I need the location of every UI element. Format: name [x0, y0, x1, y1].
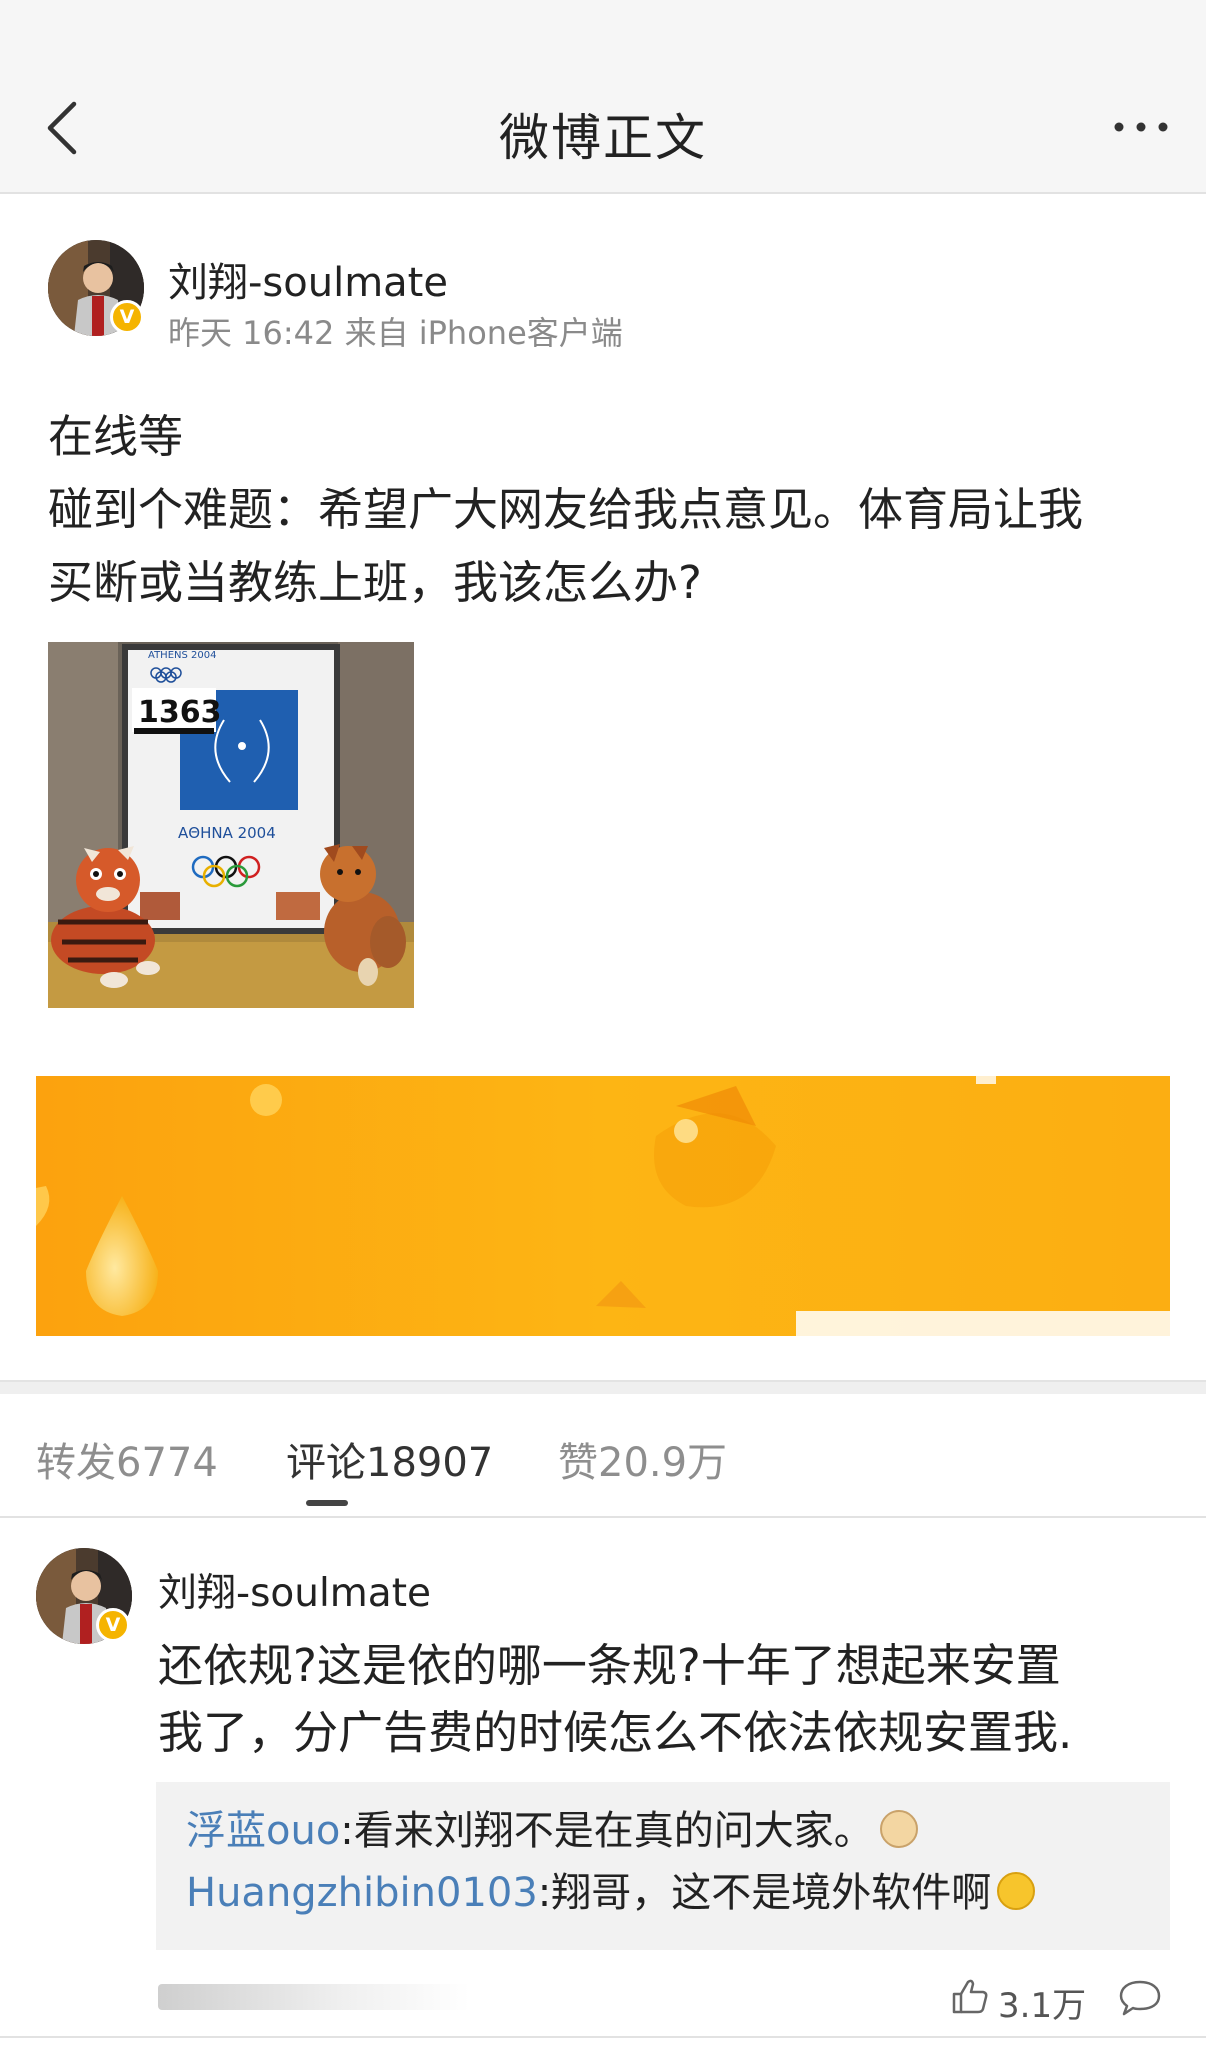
more-button[interactable] — [1106, 102, 1176, 152]
promo-banner[interactable] — [36, 1076, 1170, 1336]
reply-item: Huangzhibin0103:翔哥，这不是境外软件啊 — [186, 1862, 1140, 1924]
page-title: 微博正文 — [499, 109, 707, 167]
navigation-bar: 微博正文 — [0, 62, 1206, 194]
verified-badge-icon: V — [110, 300, 144, 334]
active-tab-indicator — [306, 1500, 348, 1506]
reply-username[interactable]: Huangzhibin0103 — [186, 1870, 538, 1916]
image-bib-number: 1363 — [138, 695, 222, 730]
reply-comment-button[interactable] — [1118, 1978, 1162, 2018]
blurred-timestamp — [158, 1984, 470, 2010]
speech-bubble-icon — [1119, 1980, 1161, 2016]
reply-item: 浮蓝ouo:看来刘翔不是在真的问大家。 — [186, 1800, 1140, 1862]
reply-text: :翔哥，这不是境外软件啊 — [537, 1870, 992, 1916]
post-text: 在线等 碰到个难题：希望广大网友给我点意见。体育局让我 买断或当教练上班，我该怎… — [48, 400, 1168, 619]
tab-reposts[interactable]: 转发6774 — [36, 1430, 218, 1488]
post-image[interactable]: ATHENS 2004 1363 ΑΘΗΝΑ 2004 — [48, 642, 414, 1008]
post-text-line: 碰到个难题：希望广大网友给我点意见。体育局让我 — [48, 483, 1084, 536]
doge-emoji-icon — [879, 1810, 918, 1848]
thumbs-up-icon — [952, 1979, 988, 2014]
like-count: 3.1万 — [998, 1986, 1087, 2026]
post-author-name[interactable]: 刘翔-soulmate — [168, 250, 448, 308]
status-bar — [0, 0, 1206, 62]
section-divider — [0, 1380, 1206, 1394]
reply-username[interactable]: 浮蓝ouo — [186, 1808, 340, 1854]
post-text-line: 在线等 — [48, 410, 184, 463]
image-caption: ΑΘΗΝΑ 2004 — [178, 824, 276, 842]
image-top-label: ATHENS 2004 — [148, 650, 216, 661]
replies-box[interactable]: 浮蓝ouo:看来刘翔不是在真的问大家。 Huangzhibin0103:翔哥，这… — [156, 1782, 1170, 1950]
comment-author-name[interactable]: 刘翔-soulmate — [158, 1562, 431, 1618]
tab-comments[interactable]: 评论18907 — [286, 1430, 493, 1488]
post-meta: 昨天 16:42 来自 iPhone客户端 — [168, 314, 623, 352]
divider — [0, 2036, 1206, 2038]
verified-badge-icon: V — [96, 1608, 130, 1642]
comment-text-line: 还依规?这是依的哪一条规?十年了想起来安置 — [158, 1639, 1061, 1692]
comment-text-line: 我了，分广告费的时候怎么不依法依规安置我. — [158, 1706, 1073, 1759]
post-text-line: 买断或当教练上班，我该怎么办? — [48, 556, 702, 609]
laughing-tears-emoji-icon — [997, 1872, 1036, 1910]
tab-likes[interactable]: 赞20.9万 — [558, 1430, 727, 1488]
interaction-tabs: 转发6774 评论18907 赞20.9万 — [0, 1394, 1206, 1518]
ellipsis-icon — [1114, 122, 1168, 132]
reply-text: :看来刘翔不是在真的问大家。 — [340, 1808, 874, 1854]
comment-text: 还依规?这是依的哪一条规?十年了想起来安置 我了，分广告费的时候怎么不依法依规安… — [158, 1632, 1168, 1766]
